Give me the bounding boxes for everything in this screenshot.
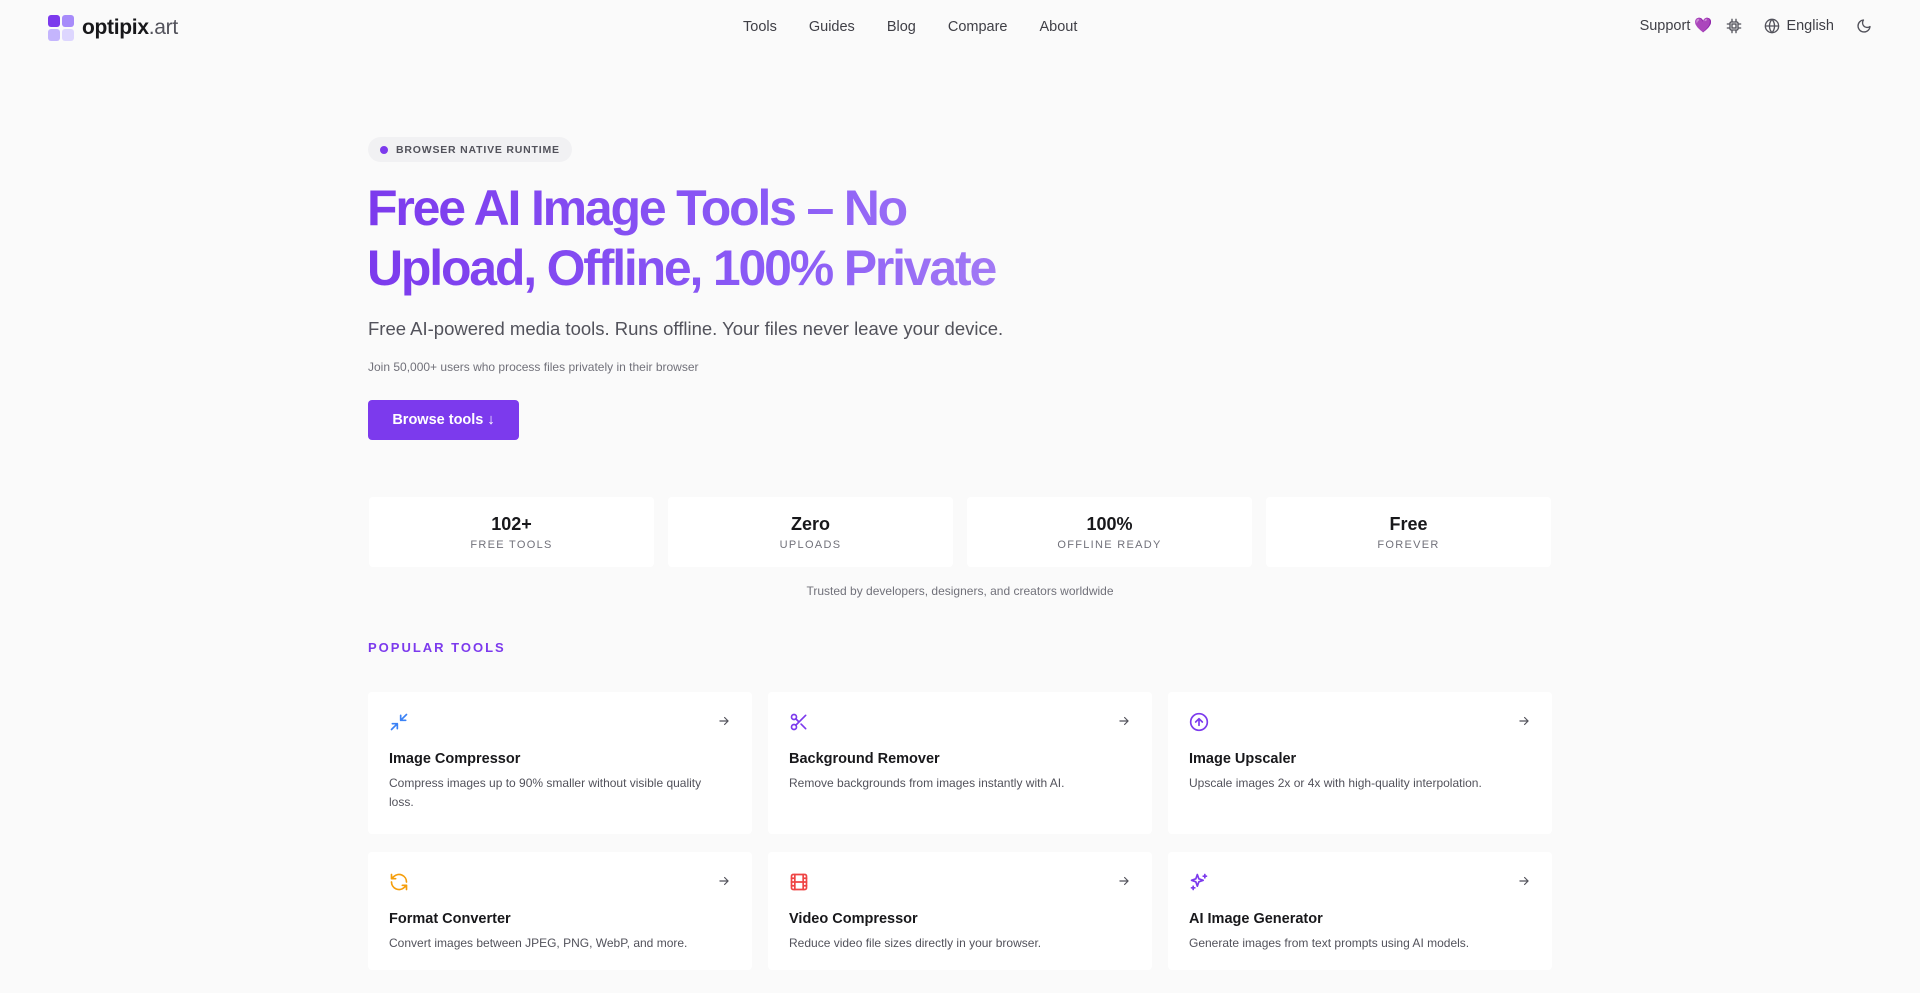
badge-dot-icon [380, 145, 388, 154]
stat-label: FOREVER [1377, 538, 1440, 551]
tool-card-format-converter[interactable]: Format Converter Convert images between … [368, 852, 752, 970]
badge-label: BROWSER NATIVE RUNTIME [396, 143, 560, 156]
tool-card-image-compressor[interactable]: Image Compressor Compress images up to 9… [368, 692, 752, 834]
support-link[interactable]: Support 💜 [1640, 17, 1713, 34]
hero-note: Join 50,000+ users who process files pri… [368, 360, 699, 374]
stat-card: 102+ FREE TOOLS [369, 497, 654, 567]
arrow-right-icon [1517, 874, 1531, 888]
sparkles-icon [1189, 872, 1209, 892]
tool-card-background-remover[interactable]: Background Remover Remove backgrounds fr… [768, 692, 1152, 834]
stat-card: Zero UPLOADS [668, 497, 953, 567]
tool-card-image-upscaler[interactable]: Image Upscaler Upscale images 2x or 4x w… [1168, 692, 1552, 834]
arrow-right-icon [1517, 714, 1531, 728]
nav-compare[interactable]: Compare [948, 19, 1008, 35]
arrow-right-icon [1117, 874, 1131, 888]
tool-card-video-compressor[interactable]: Video Compressor Reduce video file sizes… [768, 852, 1152, 970]
stat-value: 102+ [491, 513, 532, 534]
popular-tools-grid: Image Compressor Compress images up to 9… [368, 692, 1552, 970]
brand-name-bold: optipix [82, 16, 149, 39]
tool-description: Compress images up to 90% smaller withou… [389, 776, 702, 809]
circle-arrow-up-icon [1189, 712, 1209, 732]
stat-value: 100% [1086, 513, 1133, 534]
brand-name-light: .art [148, 16, 178, 39]
nav-blog[interactable]: Blog [887, 19, 916, 35]
arrow-right-icon [717, 874, 731, 888]
minimize-arrows-icon [389, 712, 409, 732]
tool-name: AI Image Generator [1189, 911, 1323, 927]
nav-about[interactable]: About [1039, 19, 1077, 35]
arrow-right-icon [1117, 714, 1131, 728]
header-actions: Support 💜 English [1640, 17, 1872, 34]
popular-tools-heading: POPULAR TOOLS [368, 640, 506, 655]
stat-label: UPLOADS [779, 538, 842, 551]
stat-card: Free FOREVER [1266, 497, 1551, 567]
hero-title: Free AI Image Tools – No Upload, Offline… [367, 178, 1127, 298]
moon-icon[interactable] [1856, 18, 1872, 34]
stat-value: Free [1389, 513, 1428, 534]
tool-description: Upscale images 2x or 4x with high-qualit… [1189, 776, 1482, 790]
stat-value: Zero [790, 513, 830, 534]
tool-description: Remove backgrounds from images instantly… [789, 776, 1065, 790]
refresh-icon [389, 872, 409, 892]
tool-name: Format Converter [389, 911, 511, 927]
browse-tools-button[interactable]: Browse tools ↓ [368, 400, 519, 440]
logo-icon [48, 15, 74, 41]
hero-title-line2: Upload, Offline, 100% Private [367, 240, 996, 296]
tool-name: Image Compressor [389, 751, 521, 767]
cpu-icon[interactable] [1726, 18, 1742, 34]
tool-description: Reduce video file sizes directly in your… [789, 936, 1042, 950]
globe-icon[interactable] [1764, 18, 1780, 34]
scissors-icon [789, 712, 809, 732]
stat-card: 100% OFFLINE READY [967, 497, 1252, 567]
main-nav: Tools Guides Blog Compare About [743, 19, 1109, 35]
stats-row: 102+ FREE TOOLS Zero UPLOADS 100% OFFLIN… [369, 497, 1551, 567]
tool-description: Generate images from text prompts using … [1189, 936, 1470, 950]
arrow-right-icon [717, 714, 731, 728]
runtime-badge: BROWSER NATIVE RUNTIME [368, 137, 572, 162]
nav-guides[interactable]: Guides [809, 19, 855, 35]
site-header: optipix.art Tools Guides Blog Compare Ab… [0, 0, 1920, 56]
stat-label: OFFLINE READY [1057, 538, 1162, 551]
stat-label: FREE TOOLS [470, 538, 553, 551]
trusted-label: Trusted by developers, designers, and cr… [806, 584, 1114, 598]
tool-card-ai-image-generator[interactable]: AI Image Generator Generate images from … [1168, 852, 1552, 970]
tool-description: Convert images between JPEG, PNG, WebP, … [389, 936, 688, 950]
tool-name: Video Compressor [789, 911, 918, 927]
brand-name: optipix.art [82, 16, 178, 40]
film-icon [789, 872, 809, 892]
brand-logo[interactable]: optipix.art [48, 15, 178, 41]
tool-name: Image Upscaler [1189, 751, 1297, 767]
nav-tools[interactable]: Tools [743, 19, 777, 35]
trusted-text: Trusted by developers, designers, and cr… [0, 584, 1920, 598]
hero-subtitle: Free AI-powered media tools. Runs offlin… [368, 318, 1004, 339]
tool-name: Background Remover [789, 751, 940, 767]
language-selector[interactable]: English [1786, 18, 1834, 34]
hero-title-line1: Free AI Image Tools – No [367, 180, 906, 236]
